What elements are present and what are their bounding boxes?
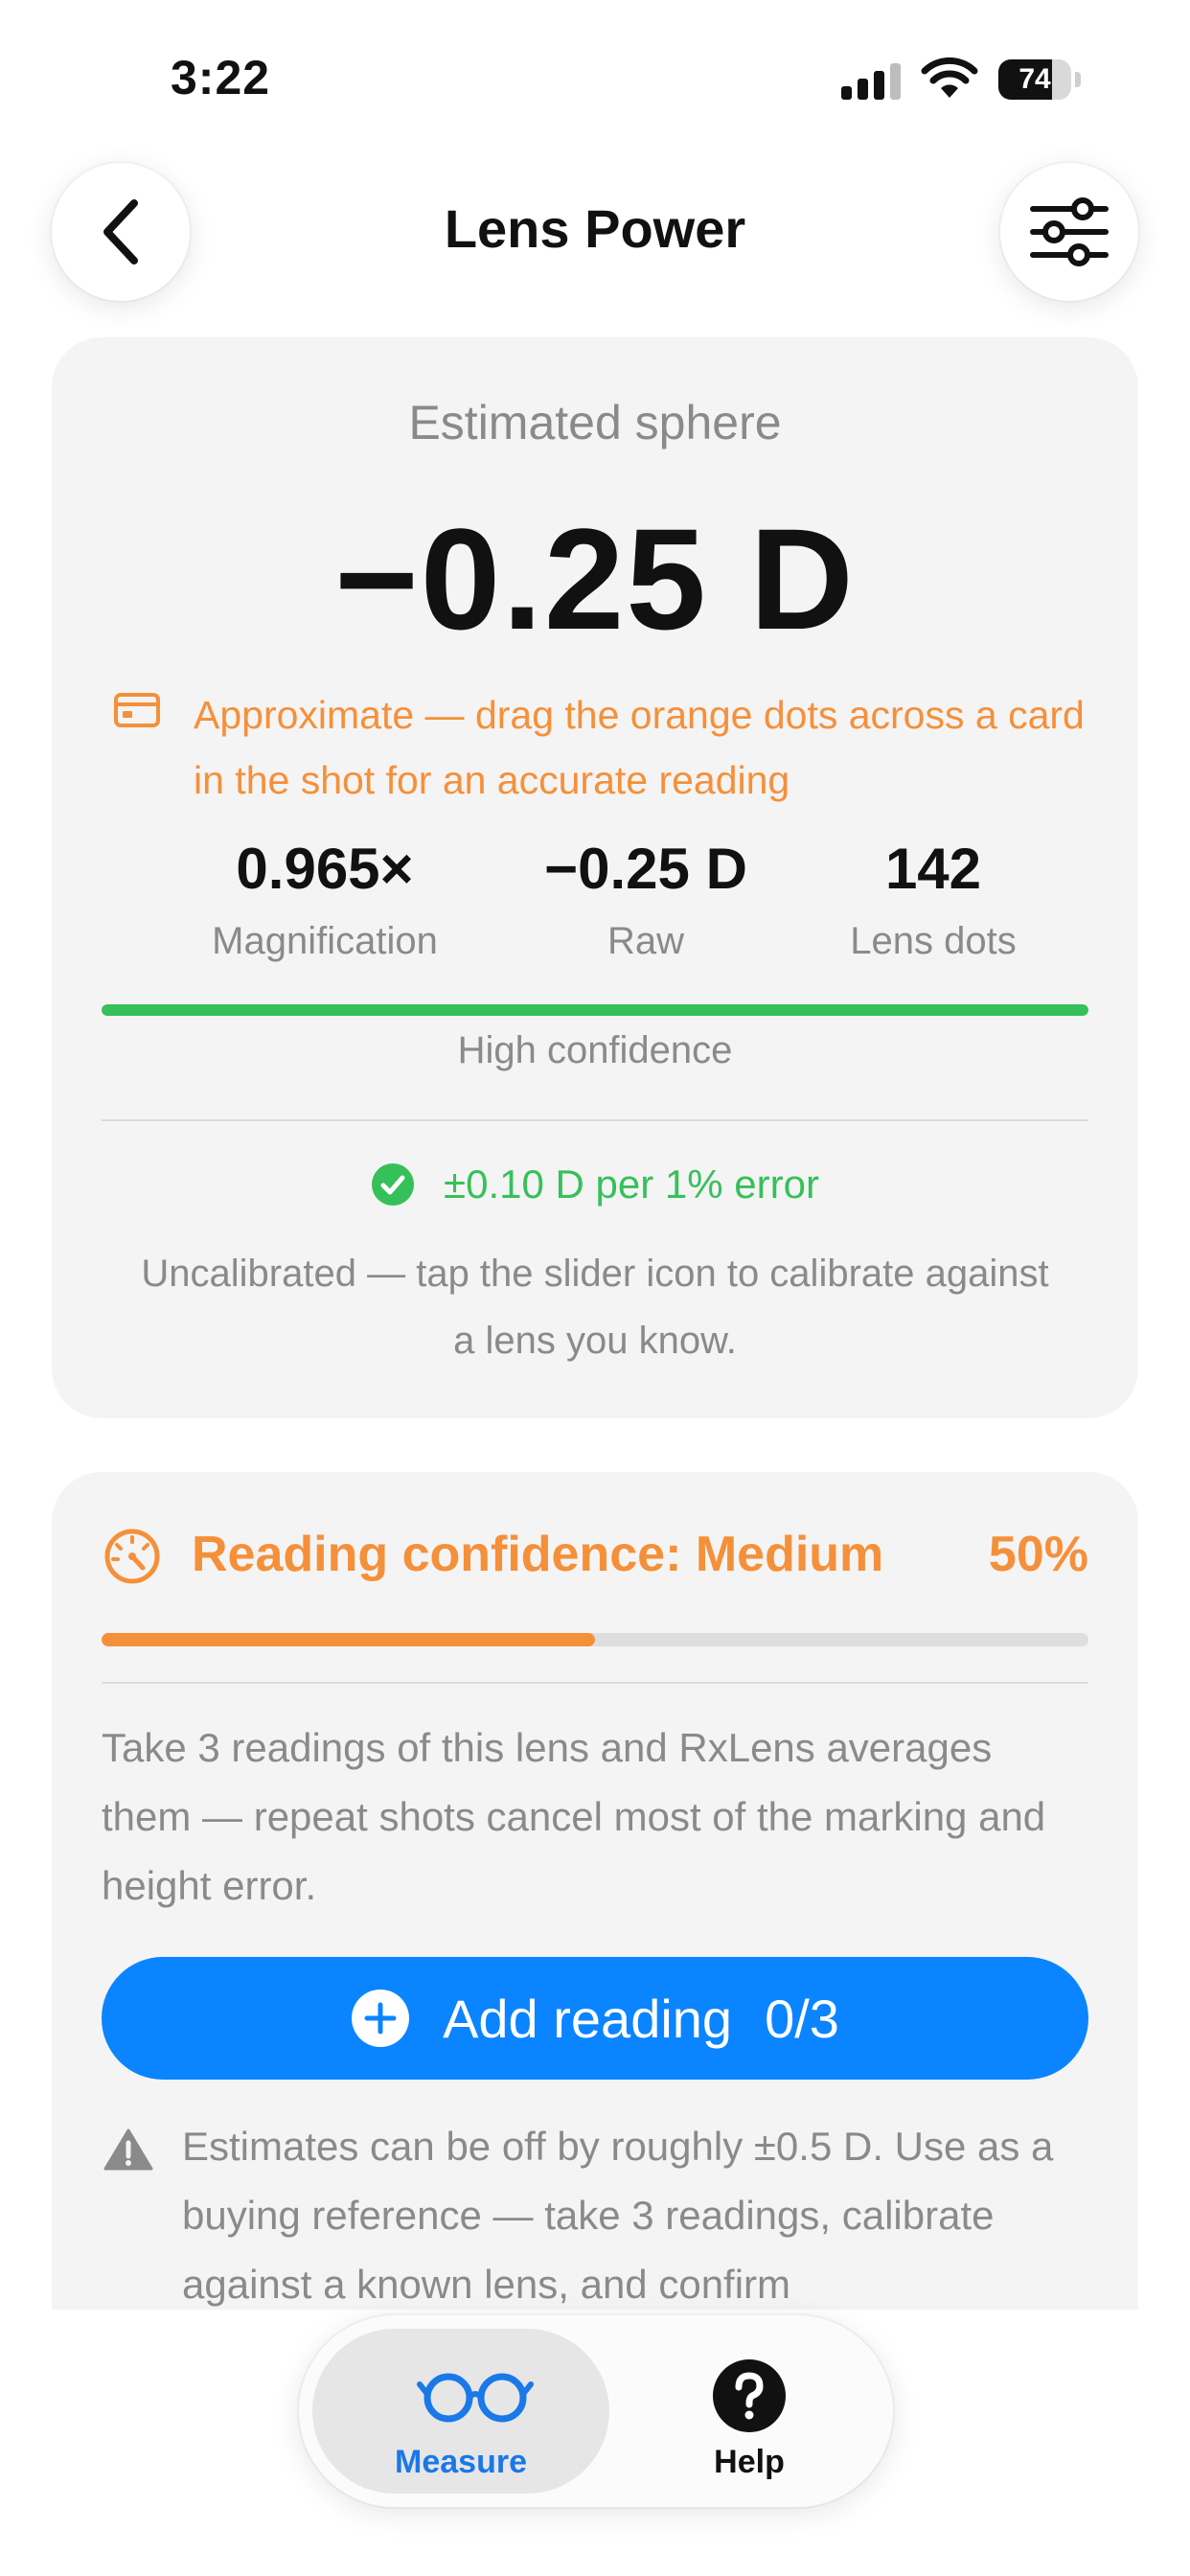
- confidence-bar: [102, 1004, 1088, 1016]
- help-icon: [713, 2359, 786, 2432]
- lens-dots-label: Lens dots: [850, 920, 1017, 962]
- status-bar: 3:22 74: [0, 0, 1190, 144]
- approximate-note: Approximate — drag the orange dots acros…: [194, 693, 1085, 802]
- error-note: ±0.10 D per 1% error: [444, 1162, 819, 1207]
- reading-confidence-card: Reading confidence: Medium 50% Take 3 re…: [52, 1472, 1138, 2315]
- wifi-icon: [921, 57, 978, 98]
- add-reading-label: Add reading: [443, 1988, 733, 2049]
- confidence-label: High confidence: [457, 1029, 733, 1071]
- add-reading-count: 0/3: [765, 1988, 839, 2049]
- calibrate-settings-button[interactable]: [1000, 163, 1138, 301]
- uncalibrated-note: Uncalibrated — tap the slider icon to ca…: [141, 1253, 1049, 1362]
- lens-dots-stat: 142 Lens dots: [780, 836, 1087, 963]
- warning-icon: [103, 2128, 153, 2171]
- tab-bar: Measure Help: [299, 2315, 893, 2507]
- divider: [102, 1119, 1088, 1121]
- tab-help[interactable]: Help: [644, 2329, 855, 2494]
- raw-value: −0.25 D: [544, 837, 747, 901]
- raw-stat: −0.25 D Raw: [512, 836, 780, 963]
- sliders-icon: [1030, 197, 1109, 266]
- checkmark-circle-icon: [372, 1163, 415, 1206]
- accuracy-warning: Estimates can be off by roughly ±0.5 D. …: [182, 2124, 1054, 2307]
- plus-circle-icon: [352, 1990, 410, 2047]
- magnification-value: 0.965×: [236, 837, 414, 901]
- status-time: 3:22: [171, 51, 271, 104]
- tab-measure-label: Measure: [395, 2444, 527, 2480]
- raw-label: Raw: [606, 920, 685, 962]
- estimate-value: −0.25 D: [334, 498, 856, 659]
- estimate-card: Estimated sphere −0.25 D Approximate — d…: [52, 337, 1138, 1418]
- cellular-signal-icon: [841, 63, 903, 100]
- divider: [102, 1682, 1088, 1684]
- lens-dots-value: 142: [884, 837, 982, 901]
- glasses-icon: [417, 2373, 534, 2423]
- reading-progress-bar: [102, 1633, 1088, 1646]
- card-icon: [114, 693, 160, 727]
- add-reading-button[interactable]: Add reading 0/3: [102, 1957, 1088, 2080]
- reading-description: Take 3 readings of this lens and RxLens …: [102, 1725, 1046, 1908]
- error-note-row: ±0.10 D per 1% error: [52, 1162, 1138, 1208]
- tab-measure[interactable]: Measure: [312, 2329, 609, 2494]
- speedometer-icon: [104, 1529, 160, 1584]
- estimate-label: Estimated sphere: [408, 396, 782, 449]
- reading-progress-fill: [102, 1633, 595, 1646]
- confidence-bar-fill: [102, 1004, 1088, 1016]
- battery-icon: 74: [998, 59, 1081, 100]
- magnification-stat: 0.965× Magnification: [186, 836, 464, 963]
- magnification-label: Magnification: [212, 920, 438, 962]
- tab-help-label: Help: [714, 2444, 785, 2480]
- battery-level: 74: [1018, 63, 1051, 95]
- reading-confidence-title: Reading confidence: Medium: [192, 1527, 884, 1582]
- reading-confidence-percent: 50%: [988, 1527, 1088, 1582]
